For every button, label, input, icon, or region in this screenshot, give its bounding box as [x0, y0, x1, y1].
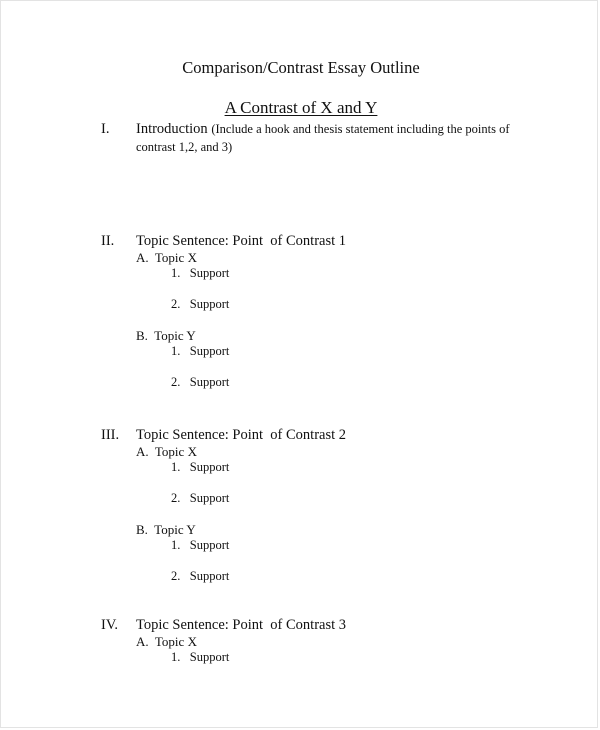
document-page: Comparison/Contrast Essay Outline A Cont…: [0, 0, 598, 728]
support-item: 2. Support: [171, 569, 230, 583]
support-item: 1. Support: [171, 650, 230, 664]
intro-note: (Include a hook and thesis statement inc…: [211, 122, 510, 136]
section-numeral: II.: [101, 233, 115, 249]
support-item: 2. Support: [171, 491, 230, 505]
section-heading: Topic Sentence: Point of Contrast 3: [136, 617, 347, 633]
support-item: 1. Support: [171, 538, 230, 552]
section-heading: Topic Sentence: Point of Contrast 1: [136, 233, 347, 249]
section-heading: Introduction (Include a hook and thesis …: [136, 121, 510, 138]
section-numeral: IV.: [101, 617, 119, 633]
section-numeral: I.: [101, 121, 110, 137]
topic-label: A. Topic X: [136, 444, 197, 459]
intro-note-continued: contrast 1,2, and 3): [136, 140, 233, 154]
support-item: 1. Support: [171, 266, 230, 280]
support-item: 2. Support: [171, 297, 230, 311]
topic-label: A. Topic X: [136, 250, 197, 265]
section-heading: Topic Sentence: Point of Contrast 2: [136, 427, 347, 443]
support-item: 2. Support: [171, 375, 230, 389]
support-item: 1. Support: [171, 344, 230, 358]
topic-label: B. Topic Y: [136, 522, 196, 537]
document-subtitle: A Contrast of X and Y: [224, 98, 378, 117]
document-title: Comparison/Contrast Essay Outline: [182, 58, 420, 77]
topic-label: A. Topic X: [136, 634, 197, 649]
section-numeral: III.: [101, 427, 120, 443]
topic-label: B. Topic Y: [136, 328, 196, 343]
support-item: 1. Support: [171, 460, 230, 474]
intro-heading: Introduction: [136, 121, 208, 137]
